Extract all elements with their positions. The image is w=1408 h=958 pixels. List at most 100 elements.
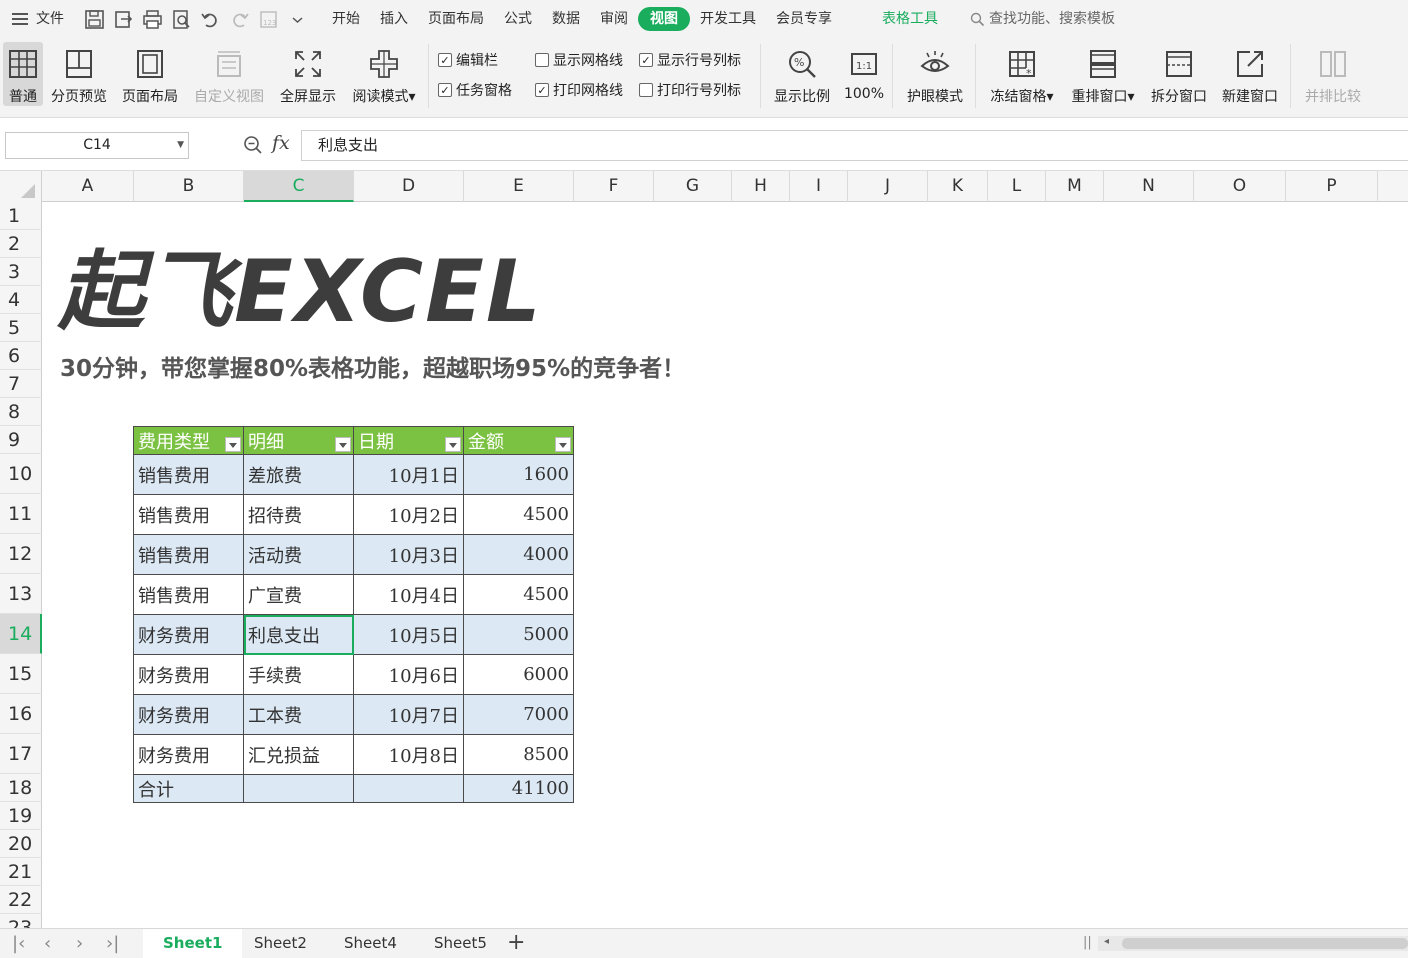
formula-bar-checkbox[interactable]: ✓ 编辑栏 [438, 50, 498, 70]
row-header-11[interactable]: 11 [0, 494, 42, 534]
column-header-c[interactable]: C [244, 171, 354, 202]
row-header-22[interactable]: 22 [0, 886, 42, 914]
column-header-a[interactable]: A [42, 171, 134, 202]
column-header-p[interactable]: P [1286, 171, 1378, 202]
row-header-20[interactable]: 20 [0, 830, 42, 858]
customize-toolbar-icon[interactable] [287, 9, 308, 30]
cell-expense-type[interactable]: 销售费用 [133, 574, 244, 615]
row-header-14[interactable]: 14 [0, 614, 42, 654]
total-value-cell[interactable]: 41100 [463, 774, 574, 803]
filter-dropdown-icon[interactable] [335, 437, 351, 452]
show-gridlines-checkbox[interactable]: 显示网格线 [535, 50, 623, 70]
chevron-down-icon[interactable]: ▼ [177, 133, 184, 158]
row-header-18[interactable]: 18 [0, 774, 42, 802]
column-header-o[interactable]: O [1194, 171, 1286, 202]
cell-amount[interactable]: 4500 [463, 494, 574, 535]
feature-search[interactable]: 查找功能、搜索模板 [960, 7, 1125, 31]
header-cell-detail[interactable]: 明细 [243, 426, 354, 455]
row-header-23[interactable]: 23 [0, 914, 42, 929]
add-sheet-icon[interactable]: + [507, 930, 525, 955]
undo-icon[interactable] [200, 9, 221, 30]
sheet-tab-sheet2[interactable]: Sheet2 [234, 929, 327, 958]
cell-amount[interactable]: 6000 [463, 654, 574, 695]
column-header-m[interactable]: M [1046, 171, 1104, 202]
new-window-button[interactable]: 新建窗口 [1218, 42, 1282, 106]
page-break-preview-button[interactable]: 分页预览 [48, 42, 110, 106]
cell-detail[interactable]: 活动费 [243, 534, 354, 575]
empty-cell[interactable] [353, 774, 464, 803]
row-header-7[interactable]: 7 [0, 370, 42, 398]
header-cell-date[interactable]: 日期 [353, 426, 464, 455]
task-pane-checkbox[interactable]: ✓ 任务窗格 [438, 80, 512, 100]
row-header-4[interactable]: 4 [0, 286, 42, 314]
cell-detail[interactable]: 工本费 [243, 694, 354, 735]
cell-expense-type[interactable]: 财务费用 [133, 694, 244, 735]
cell-detail[interactable]: 汇兑损益 [243, 734, 354, 775]
select-all-corner[interactable] [0, 171, 42, 202]
total-label-cell[interactable]: 合计 [133, 774, 244, 803]
row-header-3[interactable]: 3 [0, 258, 42, 286]
sheet-tab-sheet1[interactable]: Sheet1 [143, 929, 243, 958]
cell-detail[interactable]: 利息支出 [243, 614, 354, 655]
tab-data[interactable]: 数据 [542, 7, 590, 31]
row-header-5[interactable]: 5 [0, 314, 42, 342]
column-header-i[interactable]: I [790, 171, 848, 202]
column-header-d[interactable]: D [354, 171, 464, 202]
column-header-h[interactable]: H [732, 171, 790, 202]
cell-amount[interactable]: 4500 [463, 574, 574, 615]
print-preview-icon[interactable] [171, 9, 192, 30]
tab-insert[interactable]: 插入 [370, 7, 418, 31]
scrollbar-thumb[interactable] [1122, 938, 1408, 949]
tab-review[interactable]: 审阅 [590, 7, 638, 31]
print-gridlines-checkbox[interactable]: ✓ 打印网格线 [535, 80, 623, 100]
first-sheet-icon[interactable]: |‹ [12, 933, 25, 954]
cell-expense-type[interactable]: 销售费用 [133, 534, 244, 575]
next-sheet-icon[interactable]: › [76, 933, 83, 954]
tab-developer[interactable]: 开发工具 [690, 7, 766, 31]
cell-date[interactable]: 10月7日 [353, 694, 464, 735]
eye-protection-button[interactable]: 护眼模式 [902, 42, 968, 106]
filter-dropdown-icon[interactable] [555, 437, 571, 452]
column-header-b[interactable]: B [134, 171, 244, 202]
worksheet-grid[interactable]: ABCDEFGHIJKLMNOP 1 2 3 4 5 6 7 8 9 10 11 12 13 14 15 16… [0, 170, 1408, 928]
file-menu[interactable]: 文件 [0, 7, 74, 31]
save-icon[interactable] [84, 9, 105, 30]
cell-detail[interactable]: 差旅费 [243, 454, 354, 495]
cell-expense-type[interactable]: 财务费用 [133, 614, 244, 655]
print-headings-checkbox[interactable]: 打印行号列标 [639, 80, 741, 100]
cell-amount[interactable]: 1600 [463, 454, 574, 495]
cell-date[interactable]: 10月8日 [353, 734, 464, 775]
tab-view[interactable]: 视图 [638, 7, 690, 31]
row-header-17[interactable]: 17 [0, 734, 42, 774]
tab-member[interactable]: 会员专享 [766, 7, 842, 31]
cell-detail[interactable]: 手续费 [243, 654, 354, 695]
column-header-j[interactable]: J [848, 171, 928, 202]
column-header-e[interactable]: E [464, 171, 574, 202]
row-header-16[interactable]: 16 [0, 694, 42, 734]
cell-detail[interactable]: 广宣费 [243, 574, 354, 615]
cell-date[interactable]: 10月4日 [353, 574, 464, 615]
row-header-9[interactable]: 9 [0, 426, 42, 454]
column-header-g[interactable]: G [654, 171, 732, 202]
cell-expense-type[interactable]: 财务费用 [133, 734, 244, 775]
column-header-l[interactable]: L [988, 171, 1046, 202]
previous-sheet-icon[interactable]: ‹ [44, 933, 51, 954]
row-header-21[interactable]: 21 [0, 858, 42, 886]
tab-table-tools[interactable]: 表格工具 [872, 7, 948, 31]
header-cell-expense-type[interactable]: 费用类型 [133, 426, 244, 455]
cell-date[interactable]: 10月5日 [353, 614, 464, 655]
row-header-13[interactable]: 13 [0, 574, 42, 614]
arrange-windows-button[interactable]: 重排窗口▾ [1066, 42, 1140, 106]
scroll-left-icon[interactable]: ◂ [1104, 936, 1109, 947]
column-header-f[interactable]: F [574, 171, 654, 202]
row-header-8[interactable]: 8 [0, 398, 42, 426]
full-screen-button[interactable]: 全屏显示 [277, 42, 339, 106]
cell-expense-type[interactable]: 销售费用 [133, 454, 244, 495]
header-cell-amount[interactable]: 金额 [463, 426, 574, 455]
cell-date[interactable]: 10月6日 [353, 654, 464, 695]
row-header-15[interactable]: 15 [0, 654, 42, 694]
cell-amount[interactable]: 5000 [463, 614, 574, 655]
column-header-k[interactable]: K [928, 171, 988, 202]
export-pdf-icon[interactable] [113, 9, 134, 30]
tab-home[interactable]: 开始 [322, 7, 370, 31]
